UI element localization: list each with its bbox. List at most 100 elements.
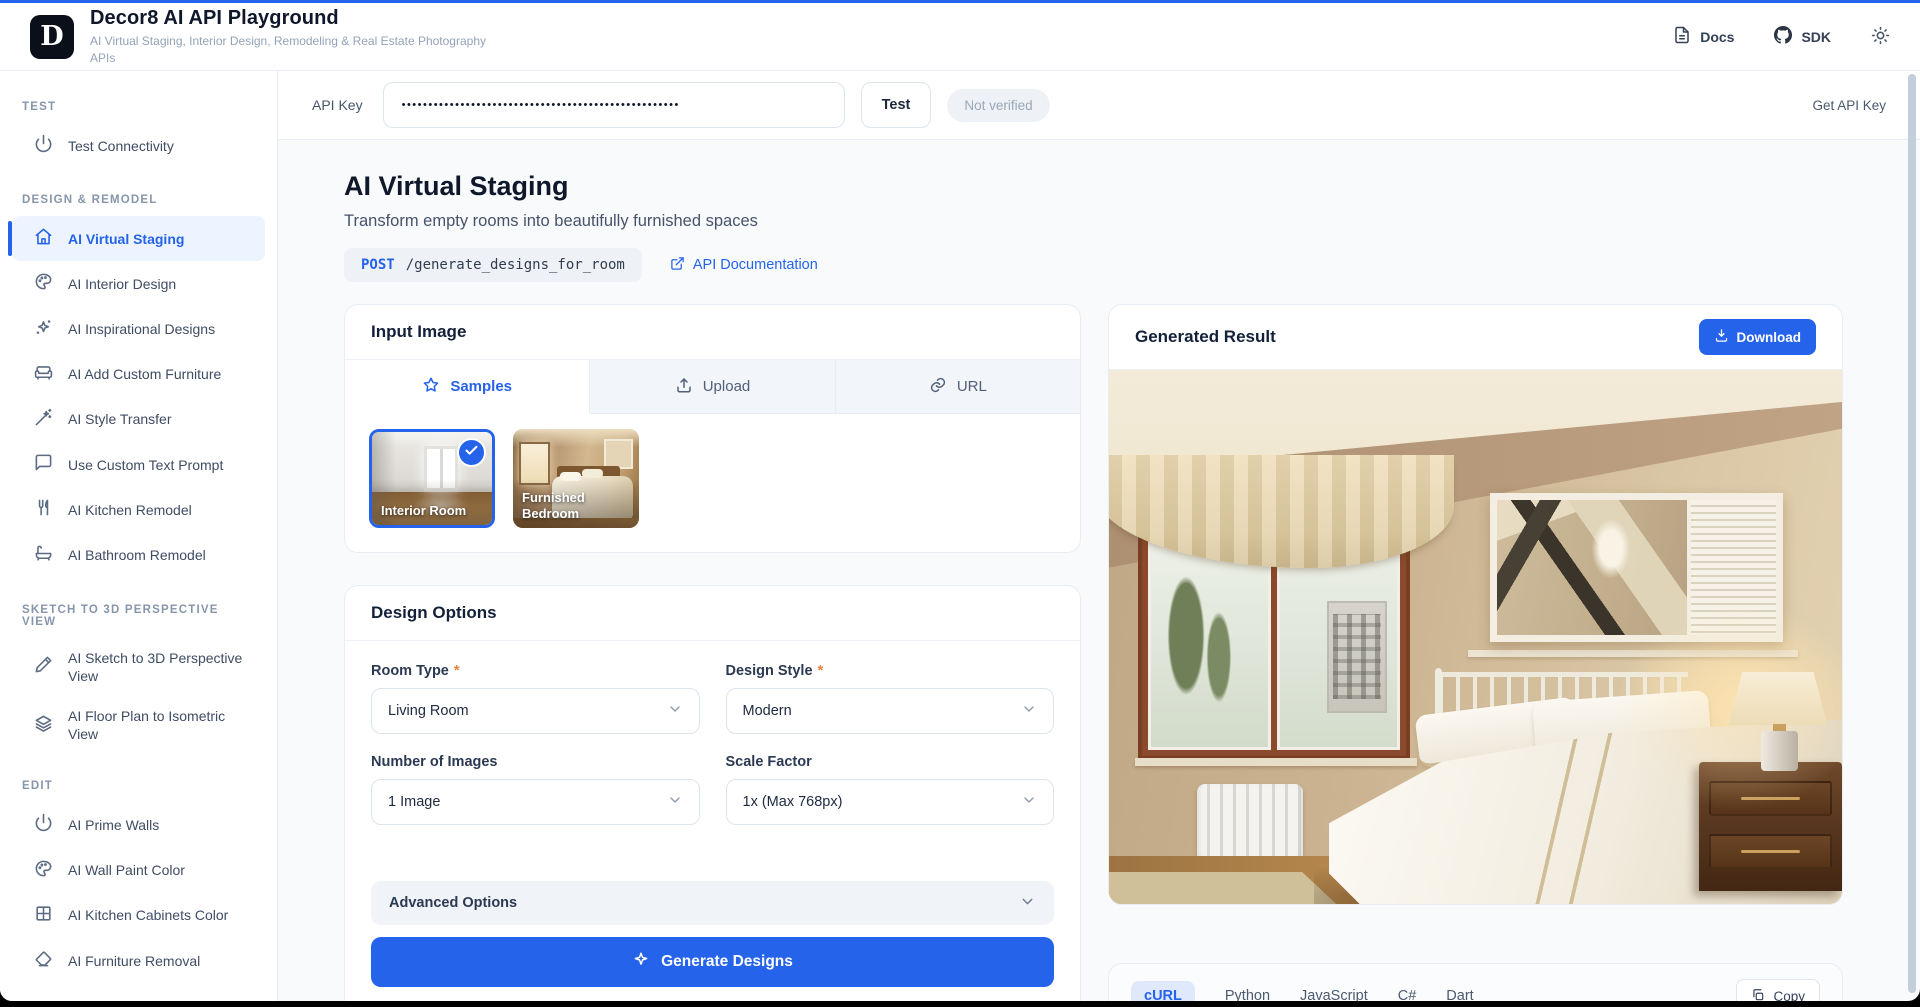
required-mark: * (818, 663, 824, 679)
number-of-images-select[interactable]: 1 Image (371, 779, 700, 825)
sidebar-item-ai-style-transfer[interactable]: AI Style Transfer (12, 397, 265, 442)
generated-result-title: Generated Result (1135, 327, 1276, 347)
input-image-card: Input Image Samples Upload (344, 304, 1081, 553)
sidebar-item-ai-furniture-removal[interactable]: AI Furniture Removal (12, 938, 265, 983)
field-label-text: Number of Images (371, 754, 498, 770)
tab-upload[interactable]: Upload (590, 360, 835, 414)
sample-furnished-bedroom[interactable]: Furnished Bedroom (513, 429, 639, 528)
sample-label: Furnished Bedroom (522, 490, 617, 523)
sidebar-section-edit: EDIT (12, 754, 265, 802)
scale-factor-label: Scale Factor (726, 754, 1055, 770)
sidebar-item-ai-inspirational-designs[interactable]: AI Inspirational Designs (12, 307, 265, 352)
room-type-select[interactable]: Living Room (371, 688, 700, 734)
code-tab-python[interactable]: Python (1225, 981, 1270, 1001)
chevron-down-icon (1019, 893, 1036, 914)
sidebar-item-ai-interior-design[interactable]: AI Interior Design (12, 261, 265, 306)
docs-label: Docs (1700, 29, 1734, 45)
sidebar-item-ai-wall-paint-color[interactable]: AI Wall Paint Color (12, 848, 265, 893)
sidebar-item-ai-kitchen-cabinets-color[interactable]: AI Kitchen Cabinets Color (12, 893, 265, 938)
sidebar-item-label: Test Connectivity (68, 137, 174, 155)
main-content: AI Virtual Staging Transform empty rooms… (278, 140, 1920, 1001)
input-source-tabs: Samples Upload URL (345, 360, 1080, 414)
field-number-of-images: Number of Images 1 Image (371, 754, 700, 825)
sidebar-item-label: AI Furniture Removal (68, 952, 200, 970)
sidebar-item-ai-virtual-staging[interactable]: AI Virtual Staging (12, 216, 265, 261)
code-snippet-card: cURL Python JavaScript C# Dart Copy (1108, 963, 1843, 1001)
page-title: AI Virtual Staging (344, 170, 1920, 202)
sdk-button[interactable]: SDK (1774, 26, 1831, 47)
sidebar-item-ai-floor-plan-isometric[interactable]: AI Floor Plan to Isometric View (12, 696, 265, 754)
tab-upload-label: Upload (703, 378, 751, 395)
sidebar-item-label: AI Wall Paint Color (68, 861, 185, 879)
sparkle-icon (632, 951, 650, 974)
app-window: D Decor8 AI API Playground AI Virtual St… (0, 0, 1920, 1001)
sidebar-item-use-custom-text-prompt[interactable]: Use Custom Text Prompt (12, 442, 265, 487)
sidebar-item-label: AI Style Transfer (68, 410, 171, 428)
scrollbar-thumb[interactable] (1908, 74, 1916, 993)
sidebar-item-ai-sketch-to-3d[interactable]: AI Sketch to 3D Perspective View (12, 638, 265, 696)
generated-result-image (1109, 370, 1842, 904)
sidebar-item-label: AI Inspirational Designs (68, 320, 215, 338)
field-scale-factor: Scale Factor 1x (Max 768px) (726, 754, 1055, 825)
sidebar-item-ai-prime-walls[interactable]: AI Prime Walls (12, 802, 265, 847)
vertical-scrollbar[interactable] (1908, 74, 1916, 993)
docs-button[interactable]: Docs (1673, 26, 1734, 47)
design-style-label: Design Style * (726, 663, 1055, 679)
code-tab-csharp[interactable]: C# (1398, 981, 1417, 1001)
sidebar-item-test-connectivity[interactable]: Test Connectivity (12, 123, 265, 168)
sidebar-item-ai-add-custom-furniture[interactable]: AI Add Custom Furniture (12, 352, 265, 397)
sidebar-item-label: AI Prime Walls (68, 816, 159, 834)
eraser-icon (34, 949, 53, 972)
sidebar-item-ai-bathroom-remodel[interactable]: AI Bathroom Remodel (12, 533, 265, 578)
generate-designs-button[interactable]: Generate Designs (371, 937, 1054, 987)
design-style-value: Modern (743, 703, 792, 719)
app-title: Decor8 AI API Playground (90, 7, 490, 30)
advanced-options-toggle[interactable]: Advanced Options (371, 881, 1054, 925)
endpoint-row: POST /generate_designs_for_room API Docu… (344, 248, 1920, 282)
advanced-options-label: Advanced Options (389, 895, 517, 911)
pencil-icon (34, 655, 53, 678)
palette-icon (34, 859, 53, 882)
sidebar-item-label: AI Add Custom Furniture (68, 365, 221, 383)
page-subtitle: Transform empty rooms into beautifully f… (344, 210, 1920, 232)
sample-interior-room[interactable]: Interior Room (369, 429, 495, 528)
sidebar-item-label: AI Floor Plan to Isometric View (68, 707, 255, 743)
sample-label: Interior Room (381, 503, 466, 519)
endpoint-path: /generate_designs_for_room (406, 257, 625, 273)
input-image-title: Input Image (345, 305, 1080, 360)
sample-images: Interior Room (345, 414, 1080, 552)
design-options-title: Design Options (345, 586, 1080, 641)
sdk-label: SDK (1801, 29, 1831, 45)
app-logo: D (30, 15, 74, 59)
sidebar-item-label: AI Bathroom Remodel (68, 546, 206, 564)
sofa-icon (34, 363, 53, 386)
download-button[interactable]: Download (1699, 319, 1817, 355)
sidebar-section-sketch-3d: SKETCH TO 3D PERSPECTIVE VIEW (12, 578, 265, 638)
field-design-style: Design Style * Modern (726, 663, 1055, 734)
tab-url[interactable]: URL (836, 360, 1080, 414)
api-key-input[interactable] (383, 82, 845, 128)
generate-designs-label: Generate Designs (661, 953, 793, 971)
http-method: POST (361, 257, 395, 273)
code-tab-dart[interactable]: Dart (1446, 981, 1473, 1001)
field-label-text: Room Type (371, 663, 449, 679)
chevron-down-icon (1021, 701, 1037, 721)
tab-samples[interactable]: Samples (345, 360, 590, 414)
required-mark: * (454, 663, 460, 679)
sparkles-icon (34, 318, 53, 341)
external-link-icon (670, 256, 685, 275)
design-style-select[interactable]: Modern (726, 688, 1055, 734)
scale-factor-select[interactable]: 1x (Max 768px) (726, 779, 1055, 825)
sidebar: TEST Test Connectivity DESIGN & REMODEL … (0, 71, 278, 1001)
api-documentation-link[interactable]: API Documentation (670, 256, 818, 275)
api-key-bar: API Key Test Not verified Get API Key (278, 71, 1920, 140)
download-icon (1714, 328, 1729, 346)
get-api-key-link[interactable]: Get API Key (1812, 98, 1886, 113)
code-tab-curl[interactable]: cURL (1131, 981, 1195, 1001)
code-tab-javascript[interactable]: JavaScript (1300, 981, 1368, 1001)
bath-icon (34, 544, 53, 567)
copy-code-button[interactable]: Copy (1736, 979, 1820, 1001)
sidebar-item-ai-kitchen-remodel[interactable]: AI Kitchen Remodel (12, 487, 265, 532)
theme-toggle-button[interactable] (1871, 26, 1890, 48)
test-api-key-button[interactable]: Test (861, 82, 932, 128)
